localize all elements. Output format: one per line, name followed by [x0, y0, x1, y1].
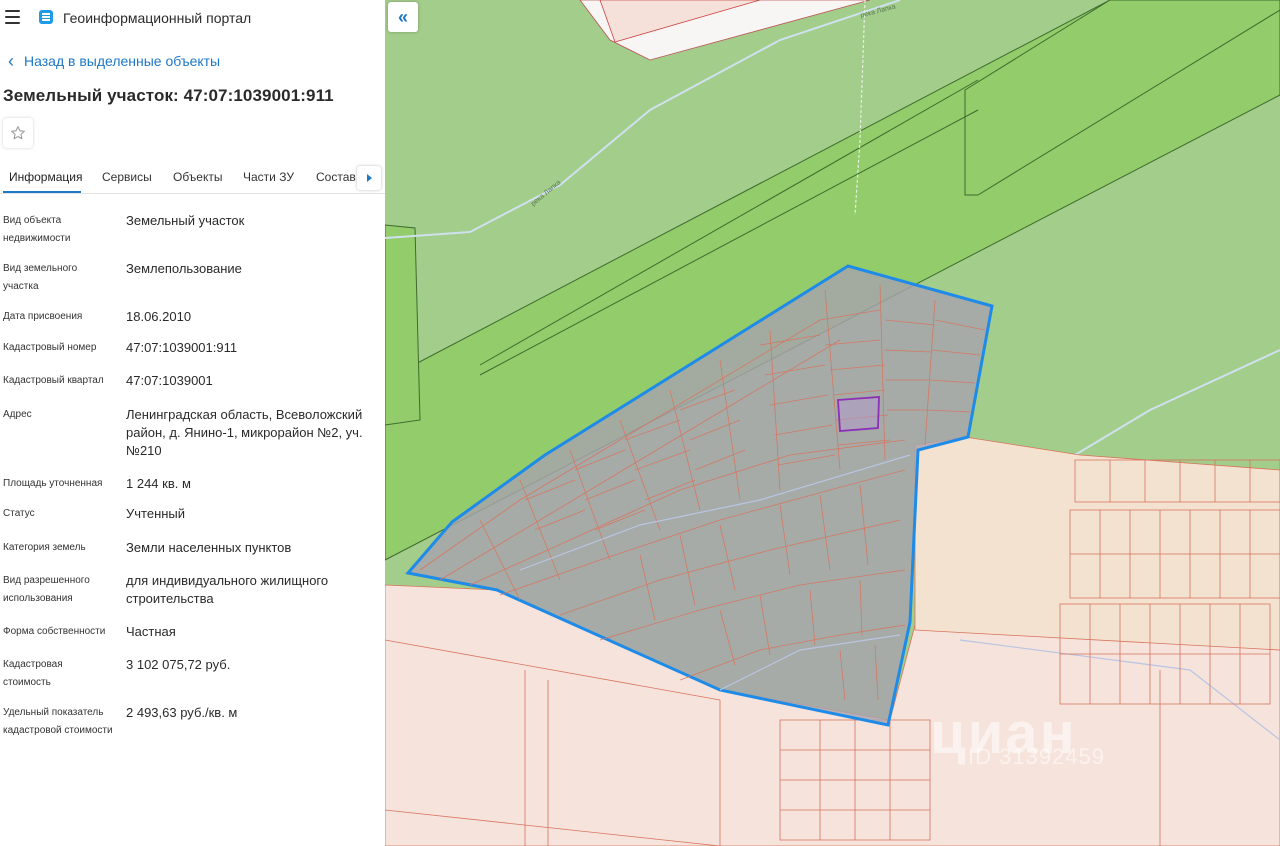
tabs-scroll-right-button[interactable]: [357, 166, 381, 190]
property-value: Частная: [126, 624, 176, 639]
property-value: 47:07:1039001:911: [126, 340, 238, 355]
star-icon: [11, 126, 25, 140]
property-label: Площадь уточненная: [3, 478, 103, 489]
menu-icon[interactable]: [5, 10, 20, 24]
property-label: Форма собственности: [3, 626, 106, 637]
property-value: 18.06.2010: [126, 309, 192, 324]
property-value: 1 244 кв. м: [126, 476, 191, 491]
property-label: Вид объекта недвижимости: [3, 215, 71, 244]
property-value: для индивидуального жилищного строительс…: [126, 573, 329, 606]
property-label: Удельный показатель кадастровой стоимост…: [3, 707, 113, 736]
property-value: 2 493,63 руб./кв. м: [126, 705, 238, 720]
double-chevron-left-icon: «: [397, 6, 408, 27]
back-link-label: Назад в выделенные объекты: [24, 53, 221, 69]
cian-watermark-id: ID 31392459: [968, 744, 1105, 769]
property-value: Землепользование: [126, 261, 242, 276]
property-label: Вид земельного участка: [3, 263, 78, 292]
property-label: Адрес: [3, 409, 32, 420]
tab-information[interactable]: Информация: [9, 170, 82, 184]
app-title: Геоинформационный портал: [63, 10, 252, 26]
property-label: Категория земель: [3, 542, 86, 553]
favorite-button[interactable]: [3, 118, 33, 148]
property-value: Земельный участок: [126, 213, 245, 228]
info-panel: Геоинформационный портал ‹ Назад в выдел…: [0, 0, 385, 846]
property-label: Статус: [3, 508, 35, 519]
chevron-left-icon: ‹: [8, 51, 14, 71]
portal-logo-icon: [39, 10, 53, 24]
tab-bar: Информация Сервисы Объекты Части ЗУ Сост…: [0, 163, 385, 194]
property-label: Кадастровый номер: [3, 342, 97, 353]
map-canvas: [385, 0, 1280, 846]
property-label: Дата присвоения: [3, 311, 83, 322]
property-value: Ленинградская область, Всеволожский райо…: [126, 407, 363, 458]
property-label: Вид разрешенного использования: [3, 575, 90, 604]
selected-parcel[interactable]: [837, 396, 880, 432]
property-label: Кадастровая стоимость: [3, 659, 63, 688]
map-view[interactable]: река Лапка река Лапка: [385, 0, 1280, 846]
back-to-selected-link[interactable]: ‹ Назад в выделенные объекты: [8, 51, 221, 71]
property-value: 3 102 075,72 руб.: [126, 657, 231, 672]
tab-composition[interactable]: Состав: [316, 170, 356, 184]
tab-services[interactable]: Сервисы: [102, 170, 152, 184]
property-value: Учтенный: [126, 506, 186, 521]
page-title: Земельный участок: 47:07:1039001:911: [3, 86, 334, 105]
property-value: Земли населенных пунктов: [126, 540, 292, 555]
property-value: 47:07:1039001: [126, 373, 213, 388]
top-bar: Геоинформационный портал: [0, 0, 385, 36]
active-tab-indicator: [3, 191, 81, 193]
property-label: Кадастровый квартал: [3, 375, 104, 386]
tab-objects[interactable]: Объекты: [173, 170, 223, 184]
collapse-panel-button[interactable]: «: [388, 2, 418, 32]
tab-parcel-parts[interactable]: Части ЗУ: [243, 170, 294, 184]
